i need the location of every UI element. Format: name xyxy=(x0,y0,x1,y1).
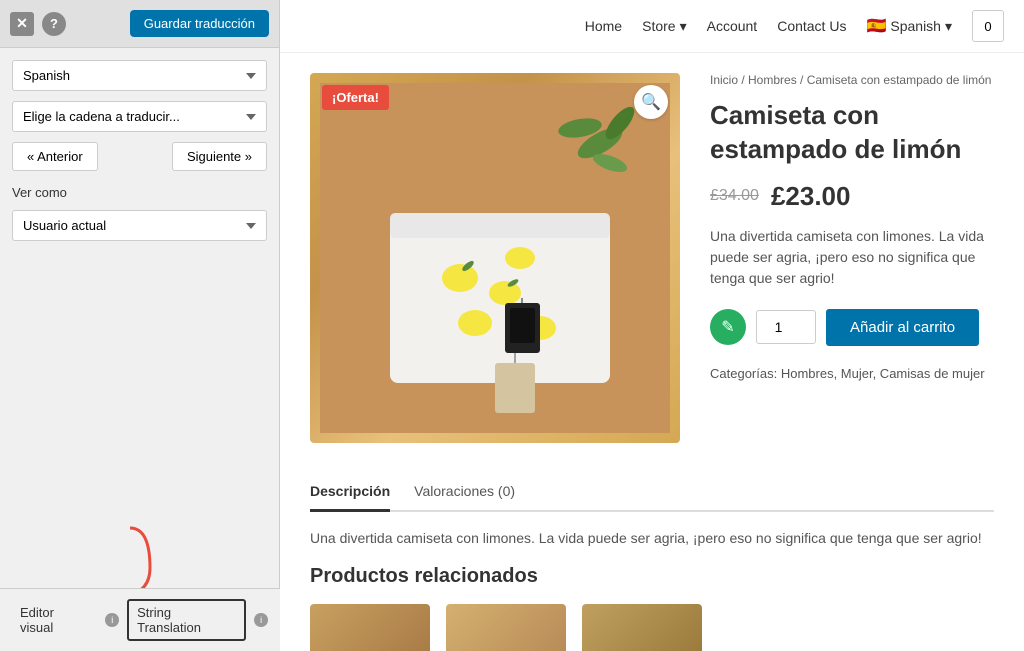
tabs-bar: Descripción Valoraciones (0) xyxy=(310,473,994,512)
flag-icon: 🇪🇸 xyxy=(866,16,886,36)
tab-descripcion[interactable]: Descripción xyxy=(310,473,390,512)
tab-valoraciones[interactable]: Valoraciones (0) xyxy=(414,473,515,512)
store-link[interactable]: Store ▾ xyxy=(642,18,687,35)
cart-button[interactable]: 0 xyxy=(972,10,1004,42)
translation-panel: ✕ ? Guardar traducción Spanish Elige la … xyxy=(0,0,280,651)
navigation-buttons: « Anterior Siguiente » xyxy=(12,142,267,171)
string-translation-info-icon[interactable]: i xyxy=(254,613,268,627)
related-card-2[interactable] xyxy=(446,604,566,651)
string-select[interactable]: Elige la cadena a traducir... xyxy=(12,101,267,132)
string-translation-tab[interactable]: String Translation xyxy=(127,599,246,641)
product-illustration xyxy=(320,83,670,433)
save-translation-button[interactable]: Guardar traducción xyxy=(130,10,269,37)
product-section: ¡Oferta! 🔍 xyxy=(280,53,1024,463)
contact-link[interactable]: Contact Us xyxy=(777,18,846,34)
tabs-section: Descripción Valoraciones (0) Una diverti… xyxy=(280,473,1024,565)
edit-icon-button[interactable]: ✎ xyxy=(710,309,746,345)
zoom-button[interactable]: 🔍 xyxy=(634,85,668,119)
next-button[interactable]: Siguiente » xyxy=(172,142,267,171)
product-title: Camiseta con estampado de limón xyxy=(710,99,994,167)
language-chevron-icon: ▾ xyxy=(945,18,952,35)
product-info: Inicio / Hombres / Camiseta con estampad… xyxy=(710,73,994,443)
price-block: £34.00 £23.00 xyxy=(710,181,994,212)
related-card-1[interactable] xyxy=(310,604,430,651)
panel-content: Spanish Elige la cadena a traducir... « … xyxy=(0,48,279,253)
quantity-input[interactable] xyxy=(756,310,816,344)
store-chevron-icon: ▾ xyxy=(680,18,687,35)
product-image-container: ¡Oferta! 🔍 xyxy=(310,73,680,443)
language-select[interactable]: Spanish xyxy=(12,60,267,91)
panel-toolbar: ✕ ? Guardar traducción xyxy=(0,0,279,48)
categories-label: Categorías: xyxy=(710,366,777,381)
view-as-label: Ver como xyxy=(12,185,267,200)
top-navigation: Home Store ▾ Account Contact Us 🇪🇸 Spani… xyxy=(280,0,1024,53)
breadcrumb: Inicio / Hombres / Camiseta con estampad… xyxy=(710,73,994,87)
account-link[interactable]: Account xyxy=(707,18,758,34)
related-title: Productos relacionados xyxy=(310,565,994,588)
close-button[interactable]: ✕ xyxy=(10,12,34,36)
tab-content: Una divertida camiseta con limones. La v… xyxy=(310,528,994,565)
help-button[interactable]: ? xyxy=(42,12,66,36)
bottom-toolbar: Editor visual i String Translation i xyxy=(0,588,280,651)
home-link[interactable]: Home xyxy=(585,18,622,34)
related-products-section: Productos relacionados xyxy=(280,565,1024,651)
editor-visual-info-icon[interactable]: i xyxy=(105,613,119,627)
categories-values: Hombres, Mujer, Camisas de mujer xyxy=(781,366,985,381)
categories: Categorías: Hombres, Mujer, Camisas de m… xyxy=(710,366,994,381)
add-to-cart-button[interactable]: Añadir al carrito xyxy=(826,309,979,346)
product-image: ¡Oferta! 🔍 xyxy=(310,73,680,443)
main-content: Home Store ▾ Account Contact Us 🇪🇸 Spani… xyxy=(280,0,1024,651)
prev-button[interactable]: « Anterior xyxy=(12,142,98,171)
product-description: Una divertida camiseta con limones. La v… xyxy=(710,226,994,289)
editor-visual-tab[interactable]: Editor visual xyxy=(12,601,97,639)
language-selector[interactable]: 🇪🇸 Spanish ▾ xyxy=(866,16,952,36)
related-grid xyxy=(310,604,994,651)
old-price: £34.00 xyxy=(710,187,759,205)
add-to-cart-row: ✎ Añadir al carrito xyxy=(710,309,994,346)
view-as-select[interactable]: Usuario actual xyxy=(12,210,267,241)
related-card-3[interactable] xyxy=(582,604,702,651)
oferta-badge: ¡Oferta! xyxy=(322,85,389,110)
new-price: £23.00 xyxy=(771,181,851,212)
